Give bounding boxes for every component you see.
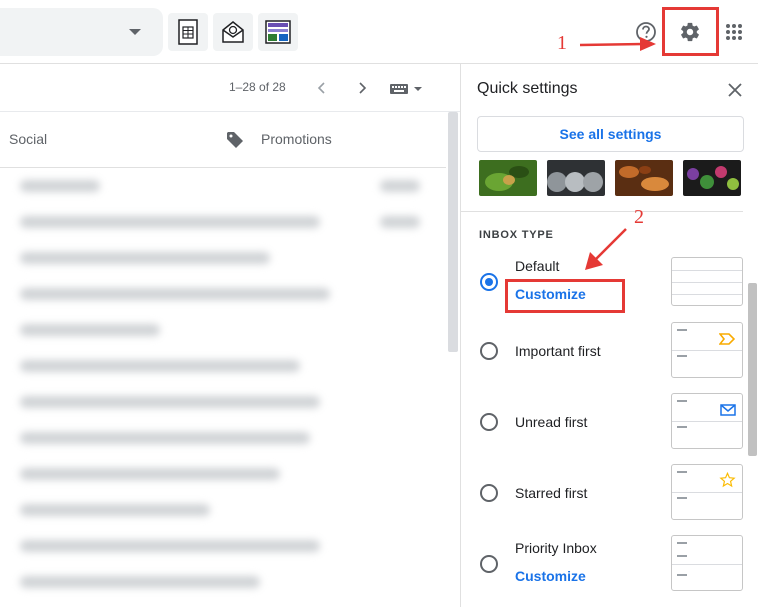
theme-thumbnail[interactable] <box>547 160 605 196</box>
apps-grid-icon <box>726 24 742 40</box>
option-label-default: Default <box>515 258 560 274</box>
close-icon[interactable] <box>725 80 745 100</box>
tab-promotions[interactable]: Promotions <box>261 131 332 147</box>
radio-important-first[interactable] <box>480 342 498 360</box>
email-extension-button[interactable] <box>213 13 253 51</box>
theme-thumbnail[interactable] <box>479 160 537 196</box>
important-marker-icon <box>719 333 735 345</box>
section-divider <box>461 211 743 212</box>
quick-settings-scrollbar[interactable] <box>748 283 757 456</box>
theme-thumbnail[interactable] <box>615 160 673 196</box>
inbox-category-tabs: Social Promotions <box>0 112 446 168</box>
list-scrollbar[interactable] <box>448 112 458 352</box>
settings-highlight-box <box>662 7 719 56</box>
option-label-important-first: Important first <box>515 343 601 359</box>
radio-unread-first[interactable] <box>480 413 498 431</box>
blurred-email-list <box>0 168 446 607</box>
priority-inbox-preview <box>671 535 743 591</box>
promotions-tag-icon <box>227 132 243 148</box>
step-1-label: 1 <box>557 32 567 54</box>
step-2-arrow-icon <box>585 228 627 270</box>
customize-priority-link[interactable]: Customize <box>515 568 586 584</box>
list-toolbar: 1–28 of 28 <box>0 64 460 112</box>
important-first-preview <box>671 322 743 378</box>
unread-first-preview <box>671 393 743 449</box>
email-at-icon <box>222 21 244 43</box>
theme-thumbnail[interactable] <box>683 160 741 196</box>
top-bar <box>0 0 758 64</box>
quick-settings-title: Quick settings <box>477 80 578 97</box>
radio-default[interactable] <box>480 273 498 291</box>
star-icon <box>719 472 736 488</box>
inbox-type-heading: INBOX TYPE <box>479 229 554 241</box>
step-2-label: 2 <box>634 206 644 228</box>
layout-template-icon <box>265 20 291 44</box>
starred-first-preview <box>671 464 743 520</box>
quick-settings-panel: Quick settings See all settings INBOX TY… <box>460 64 758 607</box>
newer-chevron-left-icon[interactable] <box>316 81 328 95</box>
default-inbox-preview <box>671 257 743 306</box>
see-all-settings-button[interactable]: See all settings <box>477 116 744 152</box>
tab-social[interactable]: Social <box>9 131 47 147</box>
customize-highlight-box <box>505 279 625 313</box>
spreadsheet-icon <box>178 19 198 45</box>
step-1-arrow-icon <box>579 37 656 51</box>
input-tools-keyboard-icon[interactable] <box>389 82 425 96</box>
option-label-priority-inbox: Priority Inbox <box>515 540 597 556</box>
pagination-text: 1–28 of 28 <box>229 80 286 94</box>
search-bar[interactable] <box>0 8 163 56</box>
layout-extension-button[interactable] <box>258 13 298 51</box>
older-chevron-right-icon[interactable] <box>356 81 368 95</box>
radio-starred-first[interactable] <box>480 484 498 502</box>
radio-priority-inbox[interactable] <box>480 555 498 573</box>
mail-list-pane: 1–28 of 28 Social Promotions <box>0 64 460 607</box>
unread-mail-icon <box>720 404 736 416</box>
sheet-extension-button[interactable] <box>168 13 208 51</box>
apps-button[interactable] <box>718 16 750 48</box>
option-label-starred-first: Starred first <box>515 485 588 501</box>
option-label-unread-first: Unread first <box>515 414 588 430</box>
search-options-chevron-icon[interactable] <box>129 29 141 35</box>
